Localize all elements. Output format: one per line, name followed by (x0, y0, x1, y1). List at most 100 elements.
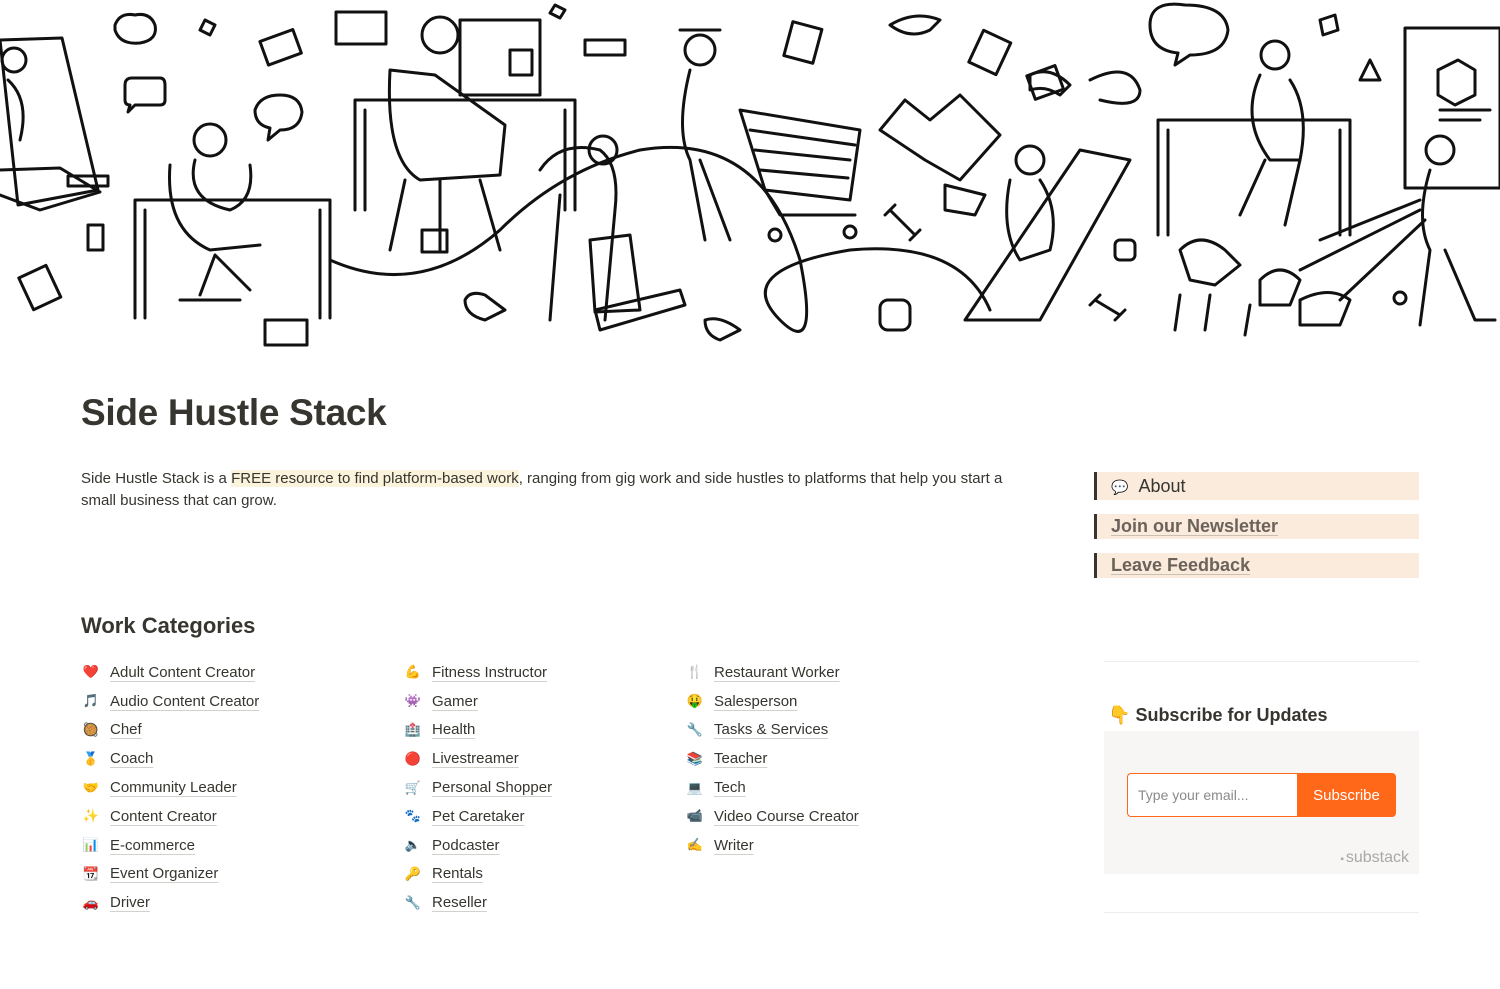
about-callout[interactable]: 💬 About (1094, 472, 1419, 500)
subscribe-button[interactable]: Subscribe (1297, 773, 1396, 817)
category-link[interactable]: 🔑 Rentals (405, 860, 552, 889)
category-label: Adult Content Creator (110, 663, 256, 681)
substack-icon: ▪ (1340, 854, 1344, 865)
category-label: Gamer (432, 692, 478, 710)
category-label: Health (432, 721, 476, 739)
category-link[interactable]: 🐾 Pet Caretaker (405, 802, 552, 831)
sparkles-icon: ✨ (82, 808, 100, 824)
subscribe-heading: 👇 Subscribe for Updates (1108, 705, 1327, 726)
join-newsletter-link[interactable]: Join our Newsletter (1111, 516, 1278, 536)
game-controller-icon: 👾 (404, 693, 422, 709)
category-link[interactable]: 🤑 Salesperson (687, 687, 859, 716)
substack-brand: substack (1345, 849, 1409, 866)
category-label: Writer (714, 836, 754, 854)
category-label: Rentals (432, 865, 483, 883)
substack-embed: Subscribe ▪substack (1104, 731, 1419, 874)
category-link[interactable]: 👾 Gamer (405, 687, 552, 716)
intro-highlight: FREE resource to find platform-based wor… (231, 470, 519, 487)
category-link[interactable]: 🥘 Chef (83, 716, 259, 745)
category-link[interactable]: 🤝 Community Leader (83, 773, 259, 802)
category-link[interactable]: 🔧 Tasks & Services (687, 716, 859, 745)
category-link[interactable]: 💻 Tech (687, 773, 859, 802)
about-label: About (1138, 476, 1186, 496)
category-label: Audio Content Creator (110, 692, 260, 710)
category-link[interactable]: 🥇 Coach (83, 744, 259, 773)
video-icon: 📹 (686, 808, 704, 824)
category-link[interactable]: 🍴 Restaurant Worker (687, 658, 859, 687)
category-link[interactable]: 📆 Event Organizer (83, 860, 259, 889)
work-categories-heading: Work Categories (81, 613, 256, 638)
category-column-3: 🍴 Restaurant Worker 🤑 Salesperson 🔧 Tasks & S… (687, 658, 859, 860)
key-icon: 🔑 (404, 865, 422, 881)
feedback-callout: Leave Feedback (1094, 553, 1419, 578)
category-column-2: 💪 Fitness Instructor 👾 Gamer 🏥 Health 🔴 Livestr… (405, 658, 552, 917)
writing-hand-icon: ✍️ (686, 837, 704, 853)
category-link[interactable]: 🚗 Driver (83, 888, 259, 917)
red-circle-icon: 🔴 (404, 750, 422, 766)
category-label: Tasks & Services (714, 721, 829, 739)
heart-icon: ❤️ (82, 664, 100, 680)
category-label: Event Organizer (110, 865, 219, 883)
divider (1104, 661, 1419, 662)
category-label: Tech (714, 779, 746, 797)
email-input[interactable] (1127, 773, 1297, 817)
category-label: Reseller (432, 894, 488, 912)
category-link[interactable]: 🔈 Podcaster (405, 831, 552, 860)
intro-text: Side Hustle Stack is a FREE resource to … (81, 468, 1041, 512)
category-label: Podcaster (432, 836, 500, 854)
category-label: Livestreamer (432, 750, 519, 768)
category-link[interactable]: 📹 Video Course Creator (687, 802, 859, 831)
category-link[interactable]: 🔧 Reseller (405, 888, 552, 917)
category-column-1: ❤️ Adult Content Creator 🎵 Audio Content Cr… (83, 658, 259, 917)
wrench-icon: 🔧 (686, 721, 704, 737)
wrench-icon: 🔧 (404, 894, 422, 910)
music-note-icon: 🎵 (82, 693, 100, 709)
fork-knife-icon: 🍴 (686, 664, 704, 680)
bar-chart-icon: 📊 (82, 837, 100, 853)
pointing-down-icon: 👇 (1108, 705, 1131, 725)
subscribe-title: Subscribe for Updates (1135, 705, 1328, 725)
calendar-icon: 📆 (82, 865, 100, 881)
flexed-bicep-icon: 💪 (404, 664, 422, 680)
substack-logo[interactable]: ▪ substack (1340, 849, 1409, 867)
category-label: Community Leader (110, 779, 237, 797)
category-link[interactable]: 🏥 Health (405, 716, 552, 745)
handshake-icon: 🤝 (82, 779, 100, 795)
shopping-cart-icon: 🛒 (404, 779, 422, 795)
page-title: Side Hustle Stack (81, 392, 387, 433)
category-link[interactable]: 📚 Teacher (687, 744, 859, 773)
category-link[interactable]: ✍️ Writer (687, 831, 859, 860)
category-link[interactable]: ❤️ Adult Content Creator (83, 658, 259, 687)
category-label: Coach (110, 750, 154, 768)
category-link[interactable]: 💪 Fitness Instructor (405, 658, 552, 687)
category-label: Pet Caretaker (432, 807, 525, 825)
newsletter-callout: Join our Newsletter (1094, 514, 1419, 539)
money-mouth-face-icon: 🤑 (686, 693, 704, 709)
category-label: Content Creator (110, 807, 217, 825)
category-link[interactable]: 🔴 Livestreamer (405, 744, 552, 773)
category-link[interactable]: ✨ Content Creator (83, 802, 259, 831)
category-label: Teacher (714, 750, 768, 768)
medal-icon: 🥇 (82, 750, 100, 766)
leave-feedback-link[interactable]: Leave Feedback (1111, 555, 1250, 575)
intro-text-start: Side Hustle Stack is a (81, 470, 232, 487)
speaker-icon: 🔈 (404, 837, 422, 853)
divider (1104, 912, 1419, 913)
category-label: E-commerce (110, 836, 196, 854)
books-icon: 📚 (686, 750, 704, 766)
category-label: Salesperson (714, 692, 798, 710)
pan-icon: 🥘 (82, 721, 100, 737)
category-label: Chef (110, 721, 142, 739)
computer-icon: 💻 (686, 779, 704, 795)
category-link[interactable]: 🛒 Personal Shopper (405, 773, 552, 802)
category-label: Driver (110, 894, 150, 912)
category-link[interactable]: 🎵 Audio Content Creator (83, 687, 259, 716)
category-label: Personal Shopper (432, 779, 553, 797)
speech-bubble-icon: 💬 (1111, 479, 1129, 495)
paw-prints-icon: 🐾 (404, 808, 422, 824)
category-label: Restaurant Worker (714, 663, 840, 681)
hospital-icon: 🏥 (404, 721, 422, 737)
category-label: Fitness Instructor (432, 663, 548, 681)
car-icon: 🚗 (82, 894, 100, 910)
category-link[interactable]: 📊 E-commerce (83, 831, 259, 860)
